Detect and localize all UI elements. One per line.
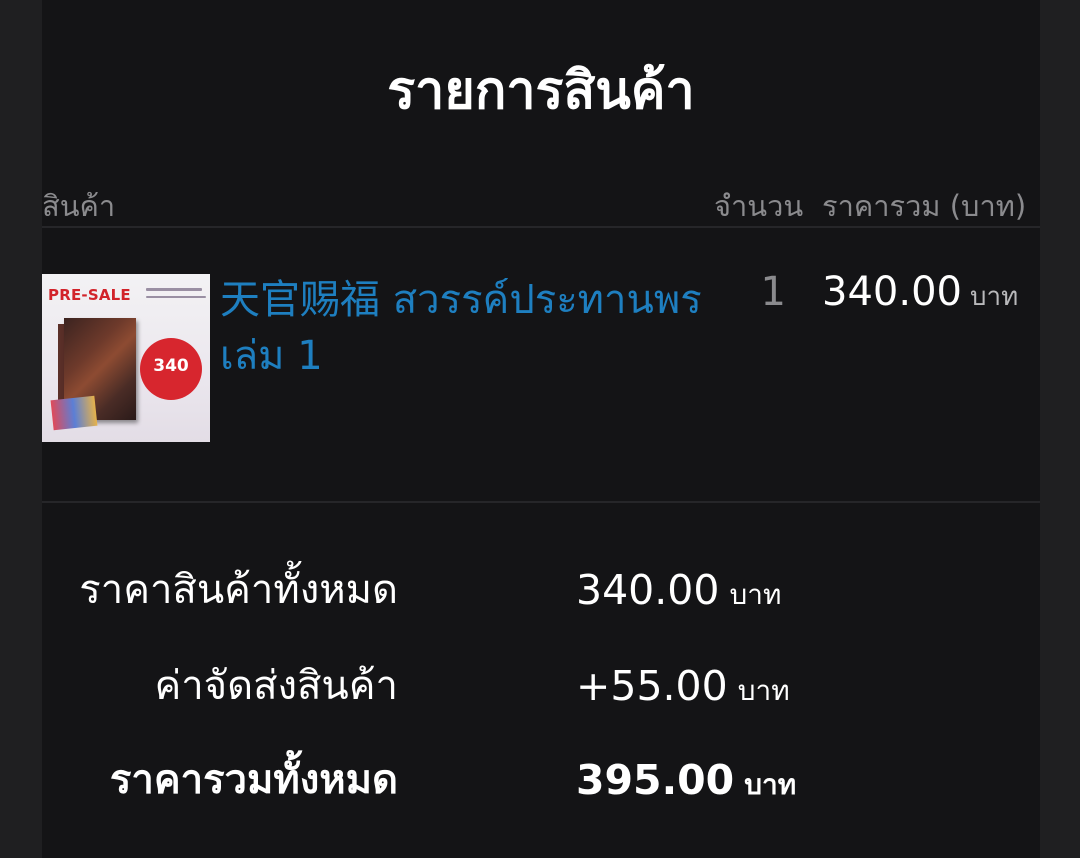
- column-header-total: ราคารวม (บาท): [822, 189, 1027, 223]
- price-badge: 340: [140, 338, 202, 400]
- bonus-cards-image: [50, 395, 98, 431]
- item-total-price: 340.00 บาท: [822, 266, 1018, 323]
- thumbnail-presale-label: PRE-SALE: [48, 286, 131, 304]
- shipping-label: ค่าจัดส่งสินค้า: [154, 663, 398, 709]
- column-header-quantity: จำนวน: [714, 189, 804, 223]
- subtotal-row: ราคาสินค้าทั้งหมด 340.00 บาท: [42, 562, 802, 618]
- item-price-value: 340.00: [822, 269, 962, 315]
- grand-total-amount: 395.00: [576, 756, 735, 804]
- grand-total-value: 395.00 บาท: [576, 752, 796, 813]
- thumbnail-text-line: [146, 288, 202, 291]
- price-badge-text: 340: [153, 356, 189, 376]
- subtotal-unit: บาท: [729, 578, 782, 611]
- shipping-amount: +55.00: [576, 662, 728, 710]
- shipping-row: ค่าจัดส่งสินค้า +55.00 บาท: [42, 658, 802, 714]
- product-thumbnail[interactable]: PRE-SALE 340: [42, 274, 210, 442]
- thumbnail-text-line: [146, 296, 206, 298]
- order-summary-panel: รายการสินค้า สินค้า จำนวน ราคารวม (บาท) …: [42, 0, 1040, 858]
- grand-total-label: ราคารวมทั้งหมด: [109, 757, 398, 803]
- subtotal-value: 340.00 บาท: [576, 562, 781, 623]
- product-name-link[interactable]: 天官赐福 สวรรค์ประทานพร เล่ม 1: [220, 272, 720, 384]
- item-price-unit: บาท: [969, 282, 1019, 312]
- shipping-unit: บาท: [737, 674, 790, 707]
- grand-total-row: ราคารวมทั้งหมด 395.00 บาท: [42, 752, 802, 808]
- grand-total-unit: บาท: [744, 768, 797, 801]
- items-divider: [42, 501, 1040, 503]
- header-divider: [42, 226, 1040, 228]
- subtotal-label: ราคาสินค้าทั้งหมด: [79, 567, 398, 613]
- page-title: รายการสินค้า: [387, 61, 695, 121]
- shipping-value: +55.00 บาท: [576, 658, 790, 719]
- subtotal-amount: 340.00: [576, 566, 720, 614]
- item-quantity: 1: [760, 269, 786, 315]
- column-header-product: สินค้า: [42, 189, 116, 223]
